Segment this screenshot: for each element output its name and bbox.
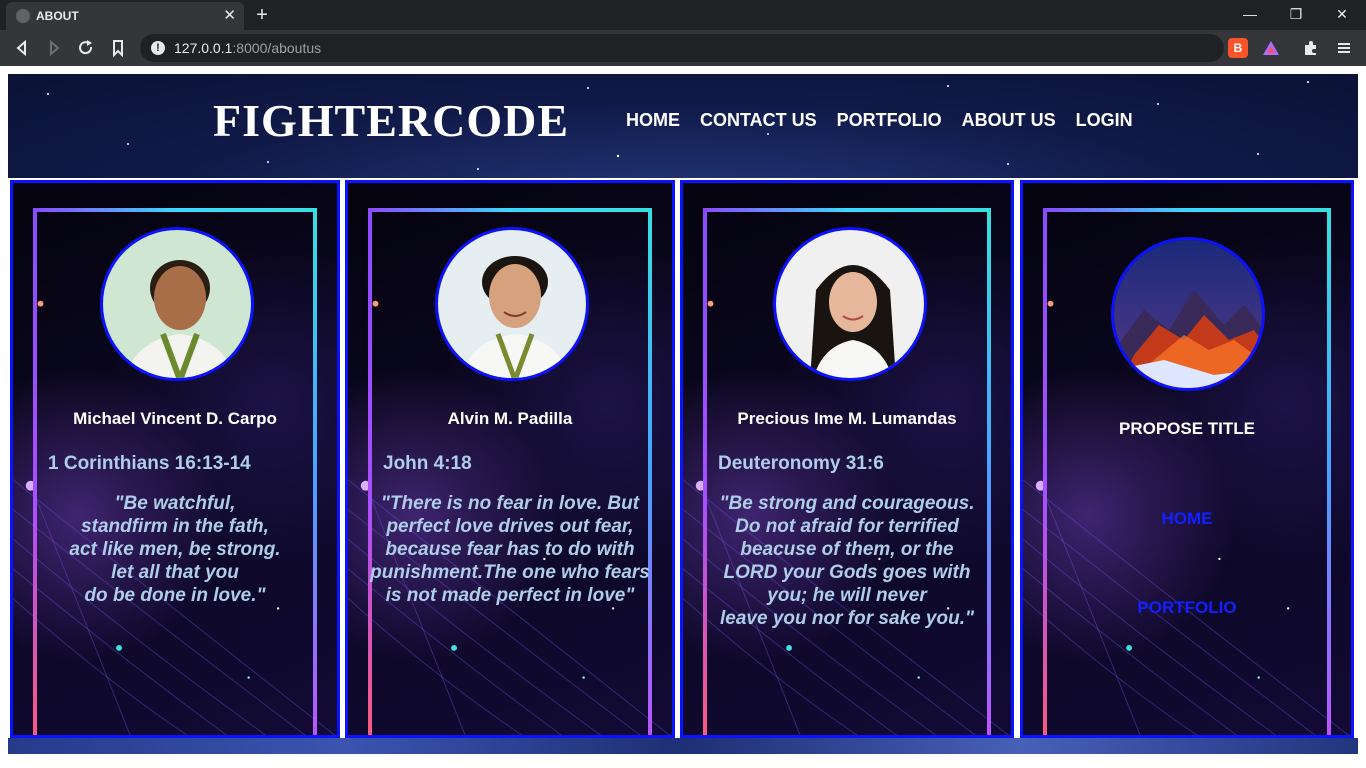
brave-shield-icon[interactable]: B xyxy=(1228,38,1248,58)
nav-about-us[interactable]: ABOUT US xyxy=(962,110,1056,131)
browser-tab[interactable]: ABOUT ✕ xyxy=(6,2,244,30)
project-card: PROPOSE TITLE HOME PORTFOLIO xyxy=(1020,180,1354,738)
nav-login[interactable]: LOGIN xyxy=(1076,110,1133,131)
menu-icon[interactable] xyxy=(1334,38,1354,58)
member-name: Alvin M. Padilla xyxy=(447,409,573,428)
window-close-icon[interactable]: ✕ xyxy=(1322,4,1362,24)
member-photo xyxy=(435,227,589,381)
member-name: Michael Vincent D. Carpo xyxy=(73,409,277,428)
verse-reference: 1 Corinthians 16:13-14 xyxy=(48,453,251,474)
info-icon[interactable]: ! xyxy=(151,41,165,55)
nav-home[interactable]: HOME xyxy=(626,110,680,131)
minimize-icon[interactable]: — xyxy=(1230,4,1270,24)
viewport-top-margin xyxy=(0,66,1366,74)
browser-toolbar: ! 127.0.0.1:8000/aboutus B xyxy=(0,30,1366,66)
browser-tab-bar: ABOUT ✕ + — ❐ ✕ xyxy=(0,0,1366,30)
address-bar[interactable]: ! 127.0.0.1:8000/aboutus xyxy=(140,34,1224,62)
project-title: PROPOSE TITLE xyxy=(1118,419,1256,438)
url-host: 127.0.0.1 xyxy=(174,40,233,56)
verse-reference: John 4:18 xyxy=(383,453,472,474)
reload-icon[interactable] xyxy=(76,38,96,58)
page: FIGHTERCODE HOME CONTACT US PORTFOLIO AB… xyxy=(8,74,1358,754)
tab-title: ABOUT xyxy=(36,9,79,23)
nav-portfolio[interactable]: PORTFOLIO xyxy=(837,110,942,131)
restore-icon[interactable]: ❐ xyxy=(1276,4,1316,24)
brave-rewards-icon[interactable] xyxy=(1261,38,1281,58)
bottom-banner xyxy=(8,738,1358,754)
verse-quote: "There is no fear in love. But perfect l… xyxy=(370,493,650,606)
url-path: :8000/aboutus xyxy=(232,40,322,56)
member-photo xyxy=(773,227,927,381)
tab-close-icon[interactable]: ✕ xyxy=(223,6,236,26)
verse-reference: Deuteronomy 31:6 xyxy=(718,453,884,474)
back-icon[interactable] xyxy=(12,38,32,58)
member-photo xyxy=(100,227,254,381)
member-name: Precious Ime M. Lumandas xyxy=(737,409,957,428)
project-image xyxy=(1111,237,1265,391)
main-nav: HOME CONTACT US PORTFOLIO ABOUT US LOGIN xyxy=(626,110,1133,131)
bookmark-icon[interactable] xyxy=(108,38,128,58)
verse-quote: "Be strong and courageous. Do not afraid… xyxy=(719,493,975,629)
site-header: FIGHTERCODE HOME CONTACT US PORTFOLIO AB… xyxy=(8,74,1358,178)
member-card: Alvin M. Padilla John 4:18 "There is no … xyxy=(345,180,675,738)
url-text: 127.0.0.1:8000/aboutus xyxy=(174,40,321,56)
about-content: Michael Vincent D. Carpo 1 Corinthians 1… xyxy=(8,178,1358,738)
extensions-icon[interactable] xyxy=(1301,38,1321,58)
project-link-home[interactable]: HOME xyxy=(1023,509,1351,529)
member-card: Michael Vincent D. Carpo 1 Corinthians 1… xyxy=(10,180,340,738)
forward-icon[interactable] xyxy=(44,38,64,58)
globe-icon xyxy=(16,9,30,23)
verse-quote: "Be watchful, standfirm in the fath, act… xyxy=(69,493,281,606)
member-card: Precious Ime M. Lumandas Deuteronomy 31:… xyxy=(680,180,1014,738)
site-logo[interactable]: FIGHTERCODE xyxy=(213,94,569,147)
new-tab-button[interactable]: + xyxy=(252,3,272,27)
project-link-portfolio[interactable]: PORTFOLIO xyxy=(1023,598,1351,618)
nav-contact-us[interactable]: CONTACT US xyxy=(700,110,817,131)
